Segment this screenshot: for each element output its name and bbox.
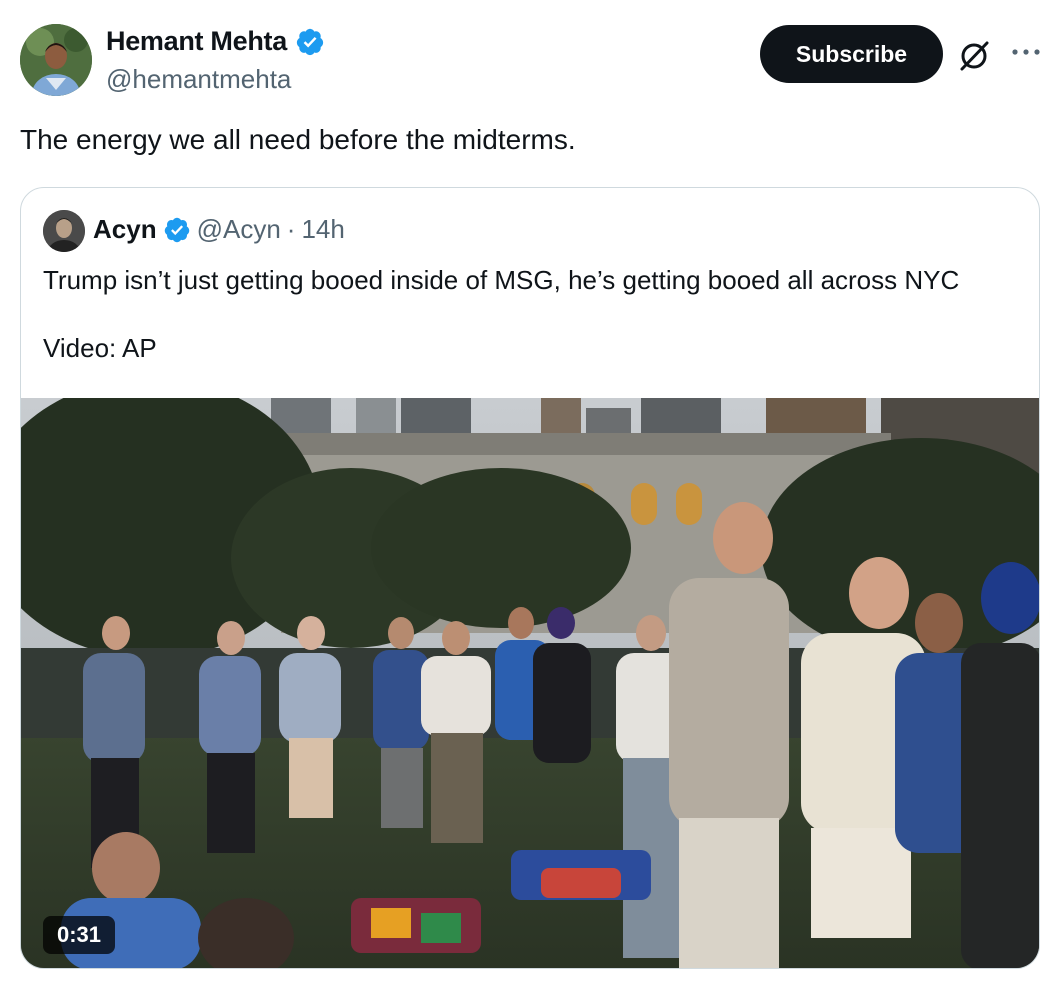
video-player[interactable]: 0:31 <box>21 398 1039 968</box>
post-text: The energy we all need before the midter… <box>20 124 576 155</box>
quoted-text-credit: Video: AP <box>43 333 157 363</box>
quoted-author-name[interactable]: Acyn <box>93 214 157 245</box>
quoted-header: Acyn @Acyn · 14h <box>93 214 345 245</box>
author-name-text[interactable]: Hemant Mehta <box>106 26 287 57</box>
quoted-author-handle[interactable]: @Acyn <box>197 214 281 245</box>
verified-badge-icon <box>296 28 324 55</box>
subscribe-button[interactable]: Subscribe <box>760 25 943 83</box>
quoted-verified-badge-icon <box>164 217 189 242</box>
quoted-text: Trump isn’t just getting booed inside of… <box>43 265 960 295</box>
quoted-timestamp[interactable]: 14h <box>301 214 344 245</box>
quoted-post-card[interactable]: Acyn @Acyn · 14h Trump isn’t just gettin… <box>20 187 1040 969</box>
author-avatar[interactable] <box>20 24 92 96</box>
grok-icon[interactable] <box>956 38 992 74</box>
author-name[interactable]: Hemant Mehta <box>106 26 325 57</box>
video-duration-badge: 0:31 <box>43 916 116 954</box>
video-thumbnail <box>21 398 1039 968</box>
quoted-author-avatar[interactable] <box>43 210 85 252</box>
more-icon[interactable] <box>1006 34 1046 70</box>
author-handle[interactable]: @hemantmehta <box>106 64 291 95</box>
quoted-separator: · <box>286 214 296 244</box>
